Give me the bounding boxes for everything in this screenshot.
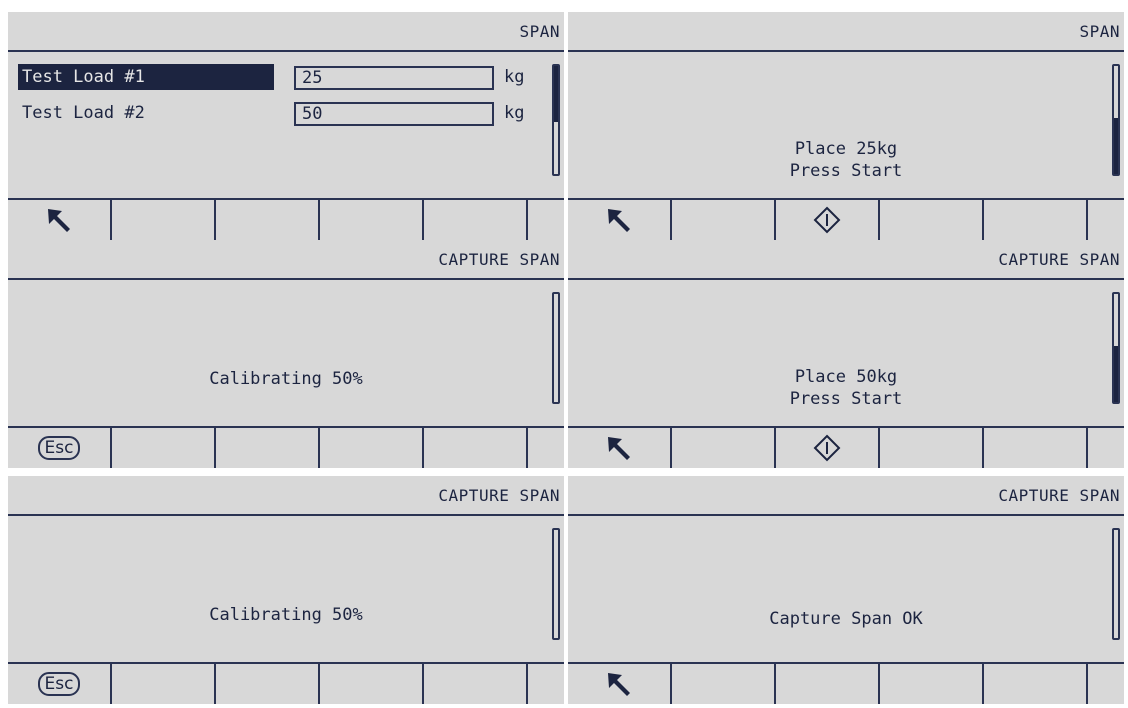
test-load-2-unit: kg (504, 103, 525, 123)
softkey-bar (8, 198, 564, 240)
scroll-thumb[interactable] (554, 66, 558, 123)
softkey-esc[interactable]: Esc (8, 664, 112, 704)
softkey-2[interactable] (112, 200, 216, 240)
start-icon (813, 206, 841, 234)
softkey-bar (568, 426, 1124, 468)
softkey-2[interactable] (672, 664, 776, 704)
softkey-esc[interactable]: Esc (8, 428, 112, 468)
back-arrow-icon (48, 209, 70, 232)
softkey-2[interactable] (672, 200, 776, 240)
screen-title: CAPTURE SPAN (998, 250, 1120, 269)
softkey-back[interactable] (568, 428, 672, 468)
esc-icon: Esc (37, 672, 81, 696)
message-line-2: Press Start (789, 389, 903, 409)
softkey-5[interactable] (984, 664, 1088, 704)
softkey-3[interactable] (776, 664, 880, 704)
softkey-4[interactable] (880, 428, 984, 468)
softkey-6[interactable] (528, 428, 564, 468)
softkey-start[interactable] (776, 428, 880, 468)
message-line-1: Place 50kg (794, 367, 898, 387)
softkey-2[interactable] (672, 428, 776, 468)
softkey-6[interactable] (1088, 664, 1124, 704)
softkey-back[interactable] (8, 200, 112, 240)
scrollbar[interactable] (1112, 64, 1120, 176)
message-line-2: Press Start (789, 161, 903, 181)
test-load-1-label[interactable]: Test Load #1 (18, 64, 274, 90)
esc-icon: Esc (37, 436, 81, 460)
screen-capture-calibrating-2: CAPTURE SPAN Calibrating 50% Esc (8, 476, 564, 704)
scrollbar[interactable] (552, 64, 560, 176)
title-bar: SPAN (568, 12, 1124, 52)
scroll-thumb[interactable] (1114, 345, 1118, 402)
softkey-5[interactable] (424, 428, 528, 468)
title-bar: CAPTURE SPAN (568, 240, 1124, 280)
softkey-bar (568, 198, 1124, 240)
softkey-2[interactable] (112, 428, 216, 468)
softkey-5[interactable] (424, 200, 528, 240)
softkey-back[interactable] (568, 664, 672, 704)
back-arrow-icon (608, 209, 630, 232)
screen-span-place-25: SPAN Place 25kg Press Start (568, 12, 1124, 240)
test-load-1-unit: kg (504, 67, 525, 87)
screen-title: SPAN (1079, 22, 1120, 41)
softkey-6[interactable] (1088, 200, 1124, 240)
title-bar: SPAN (8, 12, 564, 52)
screen-capture-ok: CAPTURE SPAN Capture Span OK (568, 476, 1124, 704)
content-area: Test Load #1 25 kg Test Load #2 50 kg (8, 52, 564, 200)
softkey-bar: Esc (8, 426, 564, 468)
softkey-start[interactable] (776, 200, 880, 240)
softkey-4[interactable] (880, 200, 984, 240)
softkey-3[interactable] (216, 200, 320, 240)
message-line-1: Place 25kg (794, 139, 898, 159)
message-line-1: Calibrating 50% (209, 369, 363, 389)
softkey-4[interactable] (320, 200, 424, 240)
screen-title: CAPTURE SPAN (438, 486, 560, 505)
content-area: Place 25kg Press Start (568, 52, 1124, 200)
softkey-2[interactable] (112, 664, 216, 704)
content-area: Calibrating 50% (8, 280, 564, 428)
softkey-bar (568, 662, 1124, 704)
softkey-5[interactable] (424, 664, 528, 704)
message-line-1: Calibrating 50% (209, 605, 363, 625)
softkey-6[interactable] (528, 200, 564, 240)
softkey-4[interactable] (320, 428, 424, 468)
softkey-back[interactable] (568, 200, 672, 240)
test-load-1-input[interactable]: 25 (294, 66, 494, 90)
content-area: Calibrating 50% (8, 516, 564, 664)
start-icon (813, 434, 841, 462)
softkey-4[interactable] (880, 664, 984, 704)
softkey-5[interactable] (984, 428, 1088, 468)
screen-span-fields: SPAN Test Load #1 25 kg Test Load #2 50 … (8, 12, 564, 240)
softkey-5[interactable] (984, 200, 1088, 240)
title-bar: CAPTURE SPAN (8, 240, 564, 280)
content-area: Place 50kg Press Start (568, 280, 1124, 428)
title-bar: CAPTURE SPAN (568, 476, 1124, 516)
scrollbar[interactable] (1112, 528, 1120, 640)
back-arrow-icon (608, 673, 630, 696)
softkey-3[interactable] (216, 664, 320, 704)
softkey-bar: Esc (8, 662, 564, 704)
back-arrow-icon (608, 437, 630, 460)
scrollbar[interactable] (552, 292, 560, 404)
softkey-6[interactable] (1088, 428, 1124, 468)
message-line-1: Capture Span OK (769, 609, 923, 629)
scrollbar[interactable] (552, 528, 560, 640)
scroll-thumb[interactable] (1114, 117, 1118, 174)
test-load-2-label[interactable]: Test Load #2 (18, 100, 149, 126)
title-bar: CAPTURE SPAN (8, 476, 564, 516)
screen-title: SPAN (519, 22, 560, 41)
screen-title: CAPTURE SPAN (438, 250, 560, 269)
screen-capture-place-50: CAPTURE SPAN Place 50kg Press Start (568, 240, 1124, 468)
softkey-3[interactable] (216, 428, 320, 468)
test-load-2-input[interactable]: 50 (294, 102, 494, 126)
screen-capture-calibrating: CAPTURE SPAN Calibrating 50% Esc (8, 240, 564, 468)
softkey-6[interactable] (528, 664, 564, 704)
scrollbar[interactable] (1112, 292, 1120, 404)
softkey-4[interactable] (320, 664, 424, 704)
screen-title: CAPTURE SPAN (998, 486, 1120, 505)
content-area: Capture Span OK (568, 516, 1124, 664)
